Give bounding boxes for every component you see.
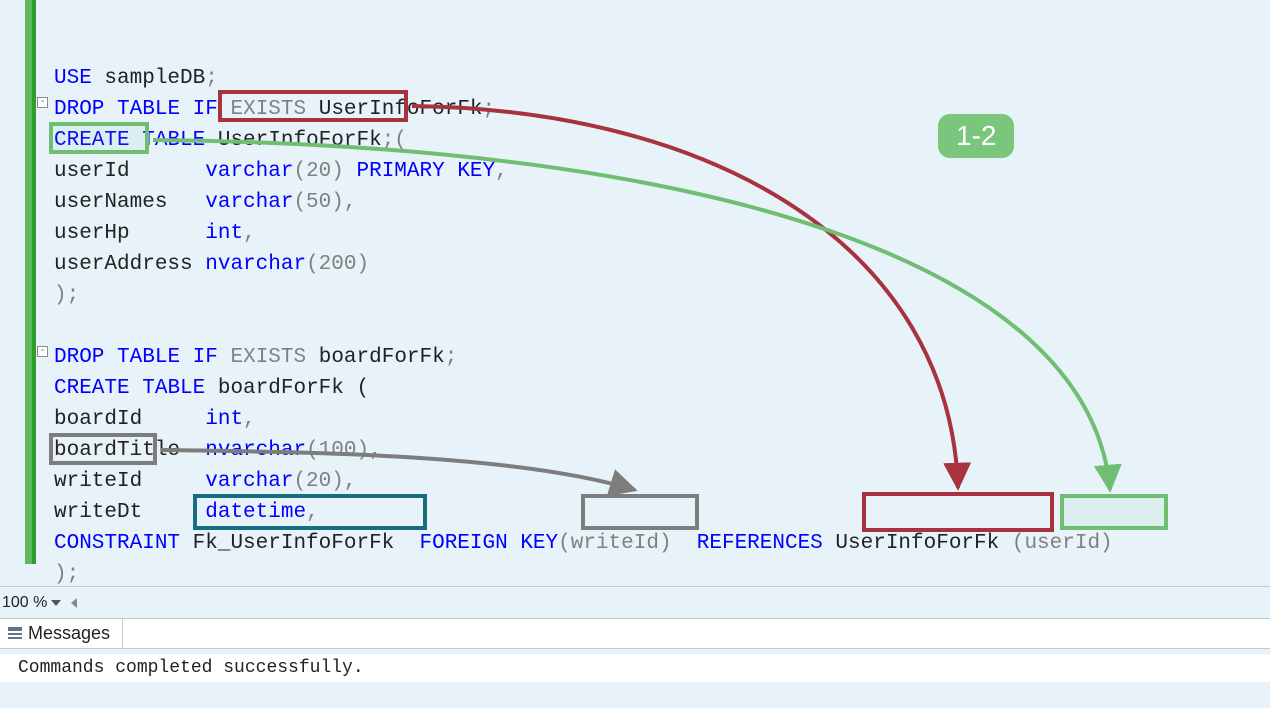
- messages-icon: [8, 627, 22, 641]
- fk-column: (writeId): [558, 532, 671, 555]
- ref-column: (userId): [1012, 532, 1113, 555]
- fold-toggle-table2[interactable]: -: [37, 346, 48, 357]
- col-userid: userId: [54, 160, 130, 183]
- zoom-level[interactable]: 100 %: [2, 594, 47, 612]
- messages-output: Commands completed successfully.: [0, 654, 1270, 682]
- ref-table: UserInfoForFk: [835, 532, 999, 555]
- annotation-badge: 1-2: [938, 114, 1014, 158]
- messages-panel-header: Messages: [0, 618, 1270, 649]
- col-boardid: boardId: [54, 408, 142, 431]
- fold-toggle-table1[interactable]: -: [37, 97, 48, 108]
- col-boardtitle: boardTitle: [54, 439, 180, 462]
- messages-tab-label: Messages: [28, 623, 110, 644]
- code-editor[interactable]: - - USE sampleDB; DROP TABLE IF EXISTS U…: [0, 0, 1270, 620]
- messages-tab[interactable]: Messages: [0, 619, 123, 648]
- col-usernames: userNames: [54, 191, 167, 214]
- ident-boardforfk-drop: boardForFk: [306, 346, 445, 369]
- change-indicator-bar: [25, 0, 32, 564]
- zoom-bar: 100 %: [0, 586, 1270, 618]
- change-indicator-bar-inner: [32, 0, 36, 564]
- gutter: - -: [0, 0, 48, 620]
- col-writedt: writeDt: [54, 501, 142, 524]
- col-useraddress: userAddress: [54, 253, 193, 276]
- zoom-dropdown-icon[interactable]: [51, 600, 61, 606]
- scroll-left-icon[interactable]: [71, 598, 77, 608]
- ident-userinfoforfk-create: UserInfoForFk: [205, 129, 381, 152]
- ident-sampledb: sampleDB: [92, 67, 205, 90]
- col-writeid: writeId: [54, 470, 142, 493]
- constraint-name: Fk_UserInfoForFk: [193, 532, 395, 555]
- kw-use: USE: [54, 67, 92, 90]
- ident-userinfoforfk-drop: UserInfoForFk: [306, 98, 482, 121]
- ident-boardforfk-create: boardForFk (: [205, 377, 369, 400]
- col-userhp: userHp: [54, 222, 130, 245]
